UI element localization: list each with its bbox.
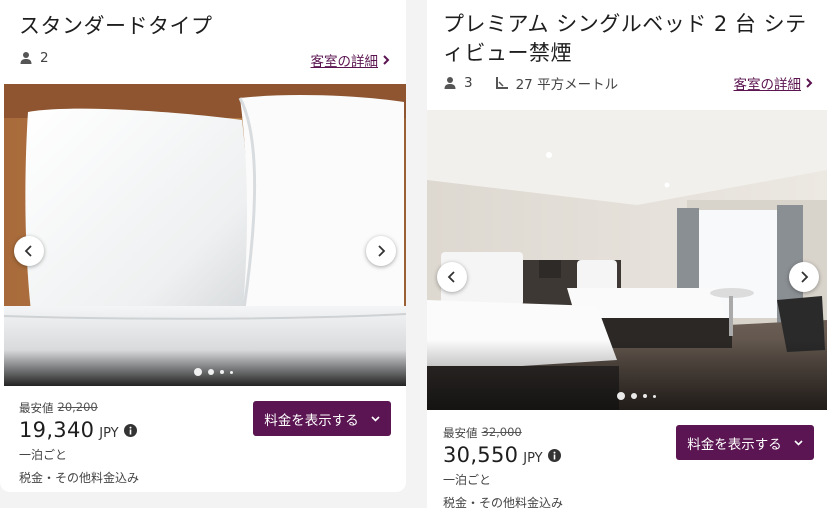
room-card: スタンダードタイプ 2 客室の詳細 最安値 20,200 19,340 JPY … xyxy=(0,0,406,492)
room-photo-carousel[interactable] xyxy=(427,110,827,410)
carousel-next-button[interactable] xyxy=(366,236,396,266)
price-block: 最安値 32,000 30,550 JPY 一泊ごと 税金・その他料金込み xyxy=(443,425,563,508)
guest-count: 2 xyxy=(40,50,49,66)
price-value: 30,550 xyxy=(443,443,519,467)
chevron-left-icon xyxy=(24,245,32,257)
room-details-label: 客室の詳細 xyxy=(733,77,802,93)
carousel-dot-active[interactable] xyxy=(194,368,202,376)
carousel-dot[interactable] xyxy=(230,370,233,374)
carousel-next-button[interactable] xyxy=(789,262,819,292)
price-row: 19,340 JPY xyxy=(19,418,139,442)
carousel-indicator xyxy=(617,392,656,400)
carousel-dot-active[interactable] xyxy=(617,392,625,400)
room-meta: 3 27 平方メートル xyxy=(443,73,618,93)
room-photo xyxy=(4,84,406,386)
person-icon xyxy=(19,51,33,65)
currency: JPY xyxy=(99,426,119,441)
room-meta: 2 xyxy=(19,50,49,66)
chevron-right-icon xyxy=(378,245,386,257)
guest-count: 3 xyxy=(464,75,473,91)
room-photo xyxy=(427,110,827,410)
price-value: 19,340 xyxy=(19,418,95,442)
room-photo-carousel[interactable] xyxy=(4,84,406,386)
chevron-down-icon xyxy=(794,439,803,446)
lowest-price-row: 最安値 32,000 xyxy=(443,425,563,441)
room-size: 27 平方メートル xyxy=(515,77,619,93)
show-rates-button[interactable]: 料金を表示する xyxy=(253,401,391,436)
room-card: プレミアム シングルベッド 2 台 シティビュー禁煙 3 27 平方メートル 客… xyxy=(427,0,827,508)
chevron-down-icon xyxy=(371,415,380,422)
per-night-label: 一泊ごと xyxy=(19,448,68,462)
carousel-dot[interactable] xyxy=(208,369,214,375)
original-price: 32,000 xyxy=(481,425,522,439)
carousel-dot[interactable] xyxy=(220,370,224,374)
room-details-link[interactable]: 客室の詳細 xyxy=(734,73,814,93)
carousel-prev-button[interactable] xyxy=(437,262,467,292)
room-details-label: 客室の詳細 xyxy=(310,54,379,70)
lowest-label: 最安値 xyxy=(443,426,478,440)
room-details-link[interactable]: 客室の詳細 xyxy=(311,50,391,70)
lowest-price-row: 最安値 20,200 xyxy=(19,400,139,416)
show-rates-label: 料金を表示する xyxy=(687,436,782,453)
per-night-label: 一泊ごと xyxy=(443,473,492,487)
info-icon[interactable] xyxy=(547,448,561,462)
room-title: スタンダードタイプ xyxy=(19,14,213,38)
info-icon[interactable] xyxy=(123,423,137,437)
carousel-prev-button[interactable] xyxy=(14,236,44,266)
price-block: 最安値 20,200 19,340 JPY 一泊ごと 税金・その他料金込み xyxy=(19,400,139,486)
chevron-right-icon xyxy=(383,55,390,65)
show-rates-label: 料金を表示する xyxy=(264,412,359,429)
lowest-label: 最安値 xyxy=(19,401,54,415)
carousel-dot[interactable] xyxy=(643,394,647,398)
tax-note: 税金・その他料金込み xyxy=(443,496,564,508)
original-price: 20,200 xyxy=(57,400,98,414)
price-row: 30,550 JPY xyxy=(443,443,563,467)
carousel-dot[interactable] xyxy=(631,393,637,399)
chevron-right-icon xyxy=(801,271,809,283)
currency: JPY xyxy=(523,451,543,466)
chevron-left-icon xyxy=(447,271,455,283)
person-icon xyxy=(443,76,457,90)
room-title: プレミアム シングルベッド 2 台 シティビュー禁煙 xyxy=(443,12,807,65)
show-rates-button[interactable]: 料金を表示する xyxy=(676,425,814,460)
chevron-right-icon xyxy=(806,78,813,88)
carousel-dot[interactable] xyxy=(653,394,656,398)
carousel-indicator xyxy=(194,368,233,376)
area-icon xyxy=(495,76,509,90)
tax-note: 税金・その他料金込み xyxy=(19,471,140,485)
